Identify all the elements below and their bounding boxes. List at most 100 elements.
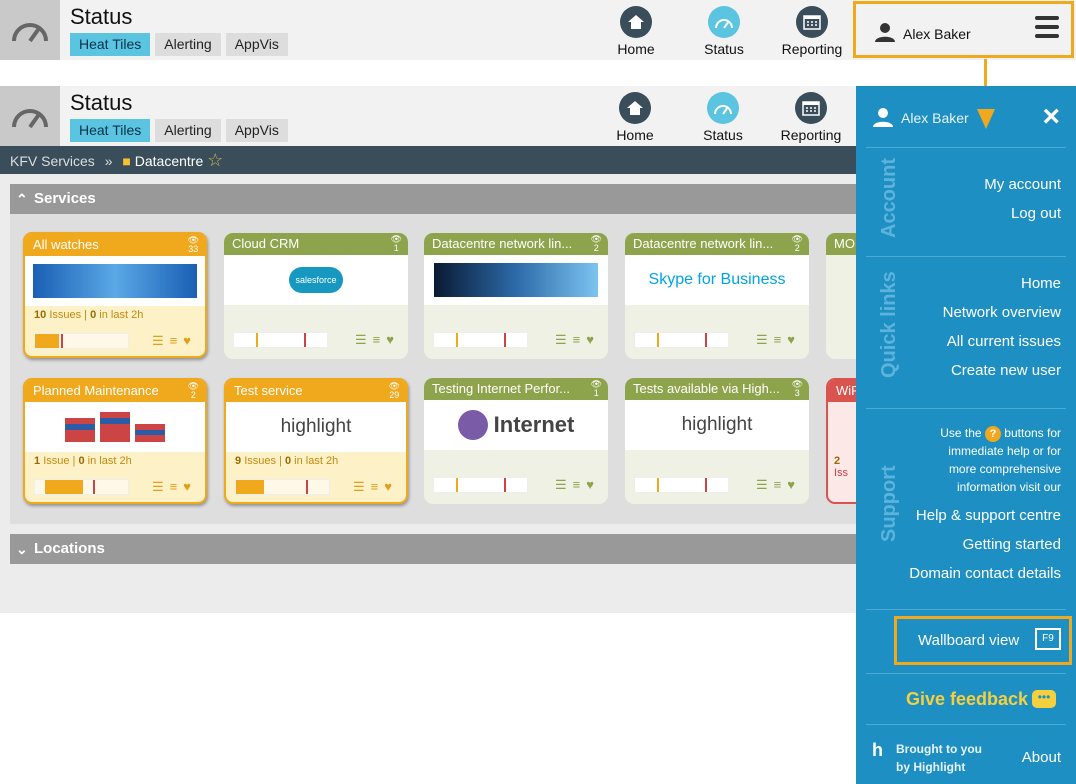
tile-issues: 2 Iss [834,455,849,479]
nav-status[interactable]: Status [683,92,763,143]
nav-reporting[interactable]: Reporting [772,6,852,57]
tab-bar: Heat Tiles Alerting AppVis [70,33,288,56]
tile-timeline [433,332,528,348]
callout-arrow [977,109,995,129]
tile-all-watches[interactable]: All watches 👁 33 10 Issues | 0 in last 2h… [23,232,207,358]
nav-status-label: Status [703,127,743,143]
divider [866,724,1066,725]
tab-heat-tiles[interactable]: Heat Tiles [70,119,151,142]
give-feedback-link[interactable]: Give feedback [906,689,1028,710]
world-map-image [25,256,205,306]
highlight-h-icon: h [872,740,883,760]
tile-tests-available[interactable]: Tests available via High... 👁 3 highlight… [625,378,809,504]
gauge-icon [708,6,740,38]
tile-status-icons: ☰≡♥ [353,479,398,494]
chat-icon: ••• [1032,690,1056,708]
tile-status-icons: ☰≡♥ [756,332,801,347]
tile-status-icons: ☰≡♥ [555,332,600,347]
link-getting-started[interactable]: Getting started [963,536,1061,553]
nav-home[interactable]: Home [595,92,675,143]
account-section-label: Account [878,158,900,238]
tile-title: Tests available via High... [625,378,809,400]
tab-bar: Heat Tiles Alerting AppVis [70,119,288,142]
gauge-icon [707,92,739,124]
panel-header: Alex Baker × [856,86,1076,148]
network-globe-image [424,255,608,305]
close-icon[interactable]: × [1042,100,1060,134]
tile-planned-maintenance[interactable]: Planned Maintenance 👁 2 1 Issue | 0 in la… [23,378,207,504]
support-help-text: Use the ? buttons for immediate help or … [940,426,1061,494]
tab-alerting[interactable]: Alerting [155,119,221,142]
wallboard-view-button[interactable]: Wallboard view F9 [894,616,1072,665]
support-section-label: Support [878,465,900,542]
tile-title: Datacentre network lin... [625,233,809,255]
link-all-current-issues[interactable]: All current issues [947,333,1061,350]
eye-icon: 👁 1 [590,379,602,398]
tile-title: WiF [828,380,856,402]
highlight-logo: highlight [226,402,406,452]
skype-logo: Skype for Business [625,255,809,305]
calendar-icon [796,6,828,38]
tile-testing-internet[interactable]: Testing Internet Perfor... 👁 1 Internet ☰… [424,378,608,504]
tab-appvis[interactable]: AppVis [225,33,288,56]
eye-icon: 👁 2 [187,381,199,400]
tile-issues: 10 Issues | 0 in last 2h [34,309,144,321]
link-about[interactable]: About [1022,749,1061,766]
tile-timeline [34,333,129,349]
divider [866,147,1066,148]
help-icon: ? [984,426,1001,442]
tile-timeline [34,479,129,495]
eye-icon: 👁 1 [390,234,402,253]
nav-home-label: Home [616,127,654,143]
link-create-new-user[interactable]: Create new user [951,362,1061,379]
nav-reporting-label: Reporting [780,127,842,143]
hamburger-icon[interactable] [1035,16,1059,43]
link-my-account[interactable]: My account [984,176,1061,193]
brought-to-you-text: Brought to you by Highlight [896,742,982,774]
tab-appvis[interactable]: AppVis [225,119,288,142]
locations-section-header[interactable]: ⌄ Locations [10,534,856,564]
tile-test-service[interactable]: Test service 👁 29 highlight 9 Issues | 0 … [224,378,408,504]
user-menu-button[interactable]: Alex Baker [853,1,1074,58]
link-domain-contact-details[interactable]: Domain contact details [909,565,1061,582]
page-title: Status [70,4,133,29]
salesforce-logo: salesforce [224,255,408,305]
services-label: Services [34,190,96,207]
tile-title: MO [826,233,856,255]
eye-icon: 👁 3 [791,379,803,398]
eye-icon: 👁 2 [590,234,602,253]
user-icon [875,23,895,42]
tab-heat-tiles[interactable]: Heat Tiles [70,33,151,56]
link-home[interactable]: Home [1021,275,1061,292]
link-log-out[interactable]: Log out [1011,205,1061,222]
nav-home[interactable]: Home [596,6,676,57]
user-icon [873,108,893,127]
tile-mo-partial[interactable]: MO [826,233,856,359]
folder-icon: ■ [122,153,131,169]
tile-datacentre-network-2[interactable]: Datacentre network lin... 👁 2 Skype for B… [625,233,809,359]
tile-wifi-partial[interactable]: WiF 2 Iss [826,378,856,504]
tile-cloud-crm[interactable]: Cloud CRM 👁 1 salesforce ☰≡♥ [224,233,408,359]
nav-status[interactable]: Status [684,6,764,57]
link-help-support-centre[interactable]: Help & support centre [916,507,1061,524]
gauge-logo-icon [0,86,60,146]
services-section-header[interactable]: ⌃ Services [10,184,856,214]
star-icon[interactable]: ☆ [207,150,223,170]
tile-title: Testing Internet Perfor... [424,378,608,400]
tile-datacentre-network-1[interactable]: Datacentre network lin... 👁 2 ☰≡♥ [424,233,608,359]
collapse-icon: ⌃ [16,191,28,207]
tile-timeline [235,479,330,495]
divider [866,408,1066,409]
stacked-bars-image [25,402,205,452]
nav-reporting[interactable]: Reporting [771,92,851,143]
highlight-logo: highlight [625,400,809,450]
link-network-overview[interactable]: Network overview [943,304,1061,321]
breadcrumb-root[interactable]: KFV Services [10,153,95,169]
tile-status-icons: ☰≡♥ [756,477,801,492]
tab-alerting[interactable]: Alerting [155,33,221,56]
tile-status-icons: ☰≡♥ [555,477,600,492]
user-side-panel: Alex Baker × Account My account Log out … [856,86,1076,784]
eye-icon: 👁 2 [791,234,803,253]
quicklinks-section-label: Quick links [878,271,900,378]
tile-timeline [634,332,729,348]
